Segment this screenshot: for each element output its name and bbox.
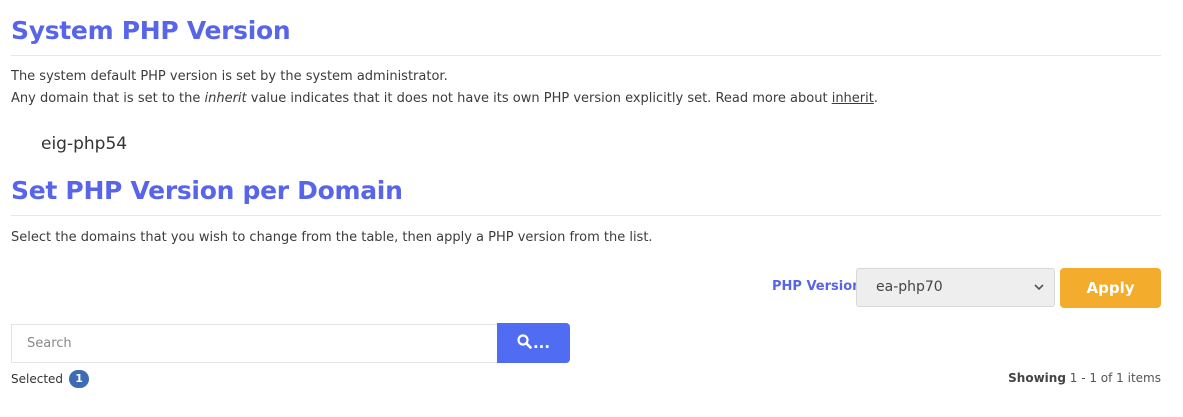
showing-label: Showing bbox=[1008, 371, 1066, 385]
apply-button[interactable]: Apply bbox=[1060, 268, 1161, 308]
inherit-link[interactable]: inherit bbox=[832, 91, 874, 106]
system-php-version-value: eig-php54 bbox=[41, 134, 128, 154]
search-button-dots: ... bbox=[532, 334, 551, 352]
php-version-selected-value: ea-php70 bbox=[876, 279, 943, 295]
per-domain-title: Set PHP Version per Domain bbox=[11, 176, 403, 205]
search-icon bbox=[517, 333, 532, 353]
chevron-down-icon bbox=[1034, 269, 1044, 321]
pagination-summary: Showing 1 - 1 of 1 items bbox=[1008, 371, 1161, 385]
divider bbox=[11, 215, 1161, 216]
showing-range: 1 - 1 of 1 items bbox=[1069, 371, 1161, 385]
php-version-label: PHP Version bbox=[772, 279, 862, 294]
inherit-text-after: . bbox=[873, 91, 878, 106]
system-php-title: System PHP Version bbox=[11, 16, 291, 45]
per-domain-description: Select the domains that you wish to chan… bbox=[11, 230, 653, 245]
inherit-text-before: Any domain that is set to the bbox=[11, 91, 205, 106]
php-version-select[interactable]: ea-php70 bbox=[856, 268, 1055, 307]
selected-count-badge[interactable]: 1 bbox=[69, 370, 90, 388]
inherit-emphasis: inherit bbox=[204, 91, 247, 106]
system-description: The system default PHP version is set by… bbox=[11, 69, 448, 84]
inherit-description: Any domain that is set to the inherit va… bbox=[11, 91, 878, 106]
inherit-text-middle: value indicates that it does not have it… bbox=[246, 91, 832, 106]
selected-label: Selected bbox=[11, 372, 64, 386]
search-button[interactable]: ... bbox=[497, 323, 570, 363]
selected-indicator: Selected 1 bbox=[11, 370, 90, 388]
divider bbox=[11, 55, 1161, 56]
search-input[interactable]: Search bbox=[11, 324, 497, 363]
